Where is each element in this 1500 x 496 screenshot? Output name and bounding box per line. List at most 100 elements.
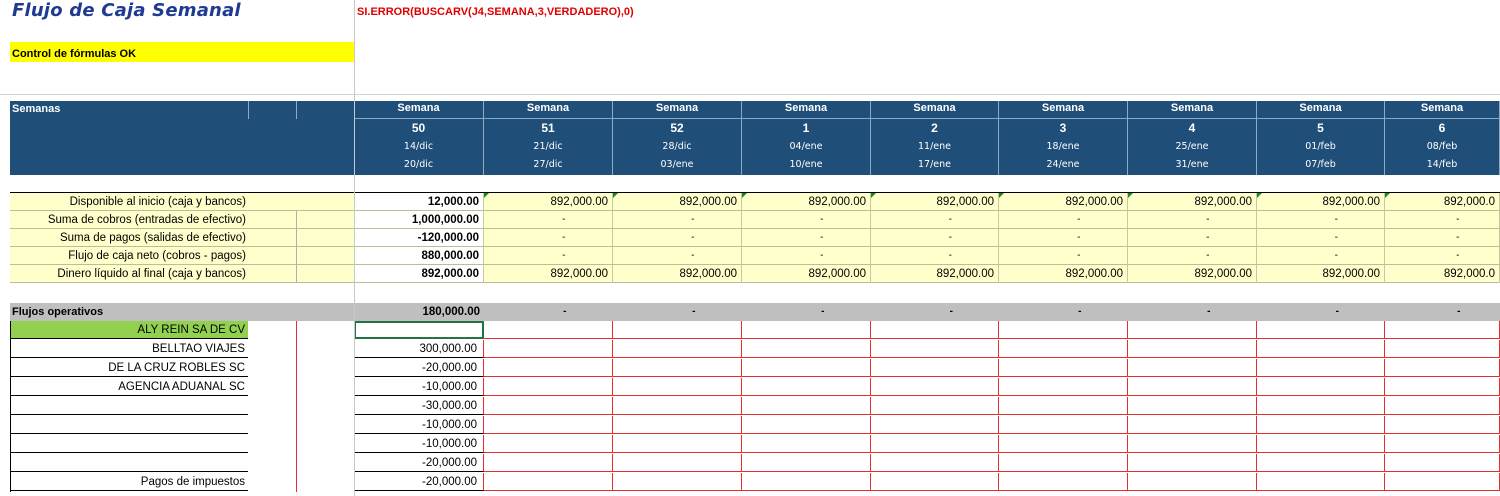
grid-cell[interactable]: [871, 340, 999, 358]
grid-cell[interactable]: [1257, 321, 1385, 339]
grid-cell[interactable]: [1385, 359, 1500, 377]
summary-value-cell[interactable]: -: [484, 229, 613, 247]
grid-cell[interactable]: [871, 321, 999, 339]
grid-cell[interactable]: [871, 416, 999, 434]
grid-cell[interactable]: [1128, 473, 1257, 491]
grid-cell[interactable]: [1257, 454, 1385, 472]
summary-value-cell[interactable]: -: [999, 211, 1128, 229]
weeks-header-label-cell[interactable]: Semanas: [10, 101, 354, 175]
grid-cell[interactable]: [613, 359, 742, 377]
operative-total-cell[interactable]: -: [742, 303, 871, 321]
grid-cell[interactable]: [1385, 416, 1500, 434]
grid-cell[interactable]: [484, 416, 613, 434]
provider-value-cell[interactable]: -10,000.00: [354, 435, 484, 453]
summary-value-cell[interactable]: -: [1128, 247, 1257, 265]
summary-value-cell[interactable]: 892,000.00: [871, 193, 999, 211]
grid-cell[interactable]: [999, 435, 1128, 453]
provider-name-cell[interactable]: ALY REIN SA DE CV: [10, 321, 248, 339]
summary-value-cell[interactable]: -120,000.00: [354, 229, 484, 247]
week-header-cell[interactable]: Semana 50 14/dic 20/dic: [354, 101, 484, 175]
grid-cell[interactable]: [871, 359, 999, 377]
operative-total-cell[interactable]: -: [1128, 303, 1257, 321]
grid-cell[interactable]: [1128, 416, 1257, 434]
grid-cell[interactable]: [742, 397, 871, 415]
grid-cell[interactable]: [999, 416, 1128, 434]
grid-cell[interactable]: [484, 321, 613, 339]
summary-row-label[interactable]: Suma de pagos (salidas de efectivo): [10, 229, 248, 247]
summary-value-cell[interactable]: -: [871, 211, 999, 229]
grid-cell[interactable]: [1128, 321, 1257, 339]
summary-row-label[interactable]: Suma de cobros (entradas de efectivo): [10, 211, 248, 229]
summary-value-cell[interactable]: -: [871, 247, 999, 265]
summary-row-label[interactable]: Dinero líquido al final (caja y bancos): [10, 265, 248, 283]
operative-total-cell[interactable]: -: [999, 303, 1128, 321]
week-header-cell[interactable]: Semana 51 21/dic 27/dic: [484, 101, 613, 175]
grid-cell[interactable]: [1385, 340, 1500, 358]
grid-cell[interactable]: [613, 340, 742, 358]
grid-cell[interactable]: [871, 454, 999, 472]
grid-cell[interactable]: [484, 473, 613, 491]
summary-value-cell[interactable]: -: [999, 247, 1128, 265]
provider-value-cell[interactable]: -20,000.00: [354, 473, 484, 491]
formula-status-cell[interactable]: Control de fórmulas OK: [10, 42, 354, 62]
summary-value-cell[interactable]: -: [1385, 211, 1500, 229]
grid-cell[interactable]: [1385, 378, 1500, 396]
grid-cell[interactable]: [1257, 359, 1385, 377]
grid-cell[interactable]: [1128, 397, 1257, 415]
grid-cell[interactable]: [742, 359, 871, 377]
summary-value-cell[interactable]: -: [742, 229, 871, 247]
summary-value-cell[interactable]: 892,000.00: [1128, 265, 1257, 283]
summary-value-cell[interactable]: 880,000.00: [354, 247, 484, 265]
week-header-cell[interactable]: Semana 1 04/ene 10/ene: [742, 101, 871, 175]
summary-value-cell[interactable]: -: [1128, 211, 1257, 229]
grid-cell[interactable]: [742, 473, 871, 491]
summary-value-cell[interactable]: 892,000.00: [484, 193, 613, 211]
summary-value-cell[interactable]: 892,000.00: [999, 265, 1128, 283]
summary-value-cell[interactable]: 892,000.0: [1385, 193, 1500, 211]
week-header-cell[interactable]: Semana 5 01/feb 07/feb: [1257, 101, 1385, 175]
grid-cell[interactable]: [1128, 435, 1257, 453]
grid-cell[interactable]: [1257, 416, 1385, 434]
week-header-cell[interactable]: Semana 6 08/feb 14/feb: [1385, 101, 1500, 175]
summary-value-cell[interactable]: 892,000.00: [871, 265, 999, 283]
summary-value-cell[interactable]: -: [742, 211, 871, 229]
summary-value-cell[interactable]: -: [1257, 229, 1385, 247]
grid-cell[interactable]: [742, 435, 871, 453]
grid-cell[interactable]: [484, 359, 613, 377]
summary-row-label[interactable]: Disponible al inicio (caja y bancos): [10, 193, 248, 211]
grid-cell[interactable]: [613, 416, 742, 434]
grid-cell[interactable]: [742, 454, 871, 472]
operative-total-cell[interactable]: -: [1257, 303, 1385, 321]
operative-total-cell[interactable]: -: [613, 303, 742, 321]
grid-cell[interactable]: [1257, 378, 1385, 396]
summary-value-cell[interactable]: 892,000.00: [1128, 193, 1257, 211]
grid-cell[interactable]: [613, 397, 742, 415]
grid-cell[interactable]: [742, 321, 871, 339]
grid-cell[interactable]: [1128, 359, 1257, 377]
summary-value-cell[interactable]: 892,000.00: [1257, 265, 1385, 283]
provider-name-cell[interactable]: Pagos de impuestos: [10, 473, 248, 491]
grid-cell[interactable]: [999, 473, 1128, 491]
summary-value-cell[interactable]: -: [1385, 229, 1500, 247]
grid-cell[interactable]: [1385, 321, 1500, 339]
week-header-cell[interactable]: Semana 2 11/ene 17/ene: [871, 101, 999, 175]
operative-total-cell[interactable]: 180,000.00: [354, 303, 484, 321]
operative-total-cell[interactable]: -: [1385, 303, 1500, 321]
grid-cell[interactable]: [871, 435, 999, 453]
provider-value-cell[interactable]: -10,000.00: [354, 378, 484, 396]
grid-cell[interactable]: [1128, 378, 1257, 396]
summary-value-cell[interactable]: -: [1128, 229, 1257, 247]
grid-cell[interactable]: [742, 416, 871, 434]
summary-value-cell[interactable]: -: [1385, 247, 1500, 265]
grid-cell[interactable]: [999, 321, 1128, 339]
provider-value-cell[interactable]: -10,000.00: [354, 416, 484, 434]
summary-spacer-cell[interactable]: [248, 211, 354, 229]
provider-value-cell[interactable]: -20,000.00: [354, 359, 484, 377]
summary-value-cell[interactable]: -: [484, 247, 613, 265]
grid-cell[interactable]: [742, 378, 871, 396]
summary-value-cell[interactable]: -: [871, 229, 999, 247]
summary-spacer-cell[interactable]: [248, 265, 354, 283]
grid-cell[interactable]: [871, 397, 999, 415]
summary-value-cell[interactable]: -: [613, 247, 742, 265]
grid-cell[interactable]: [871, 378, 999, 396]
